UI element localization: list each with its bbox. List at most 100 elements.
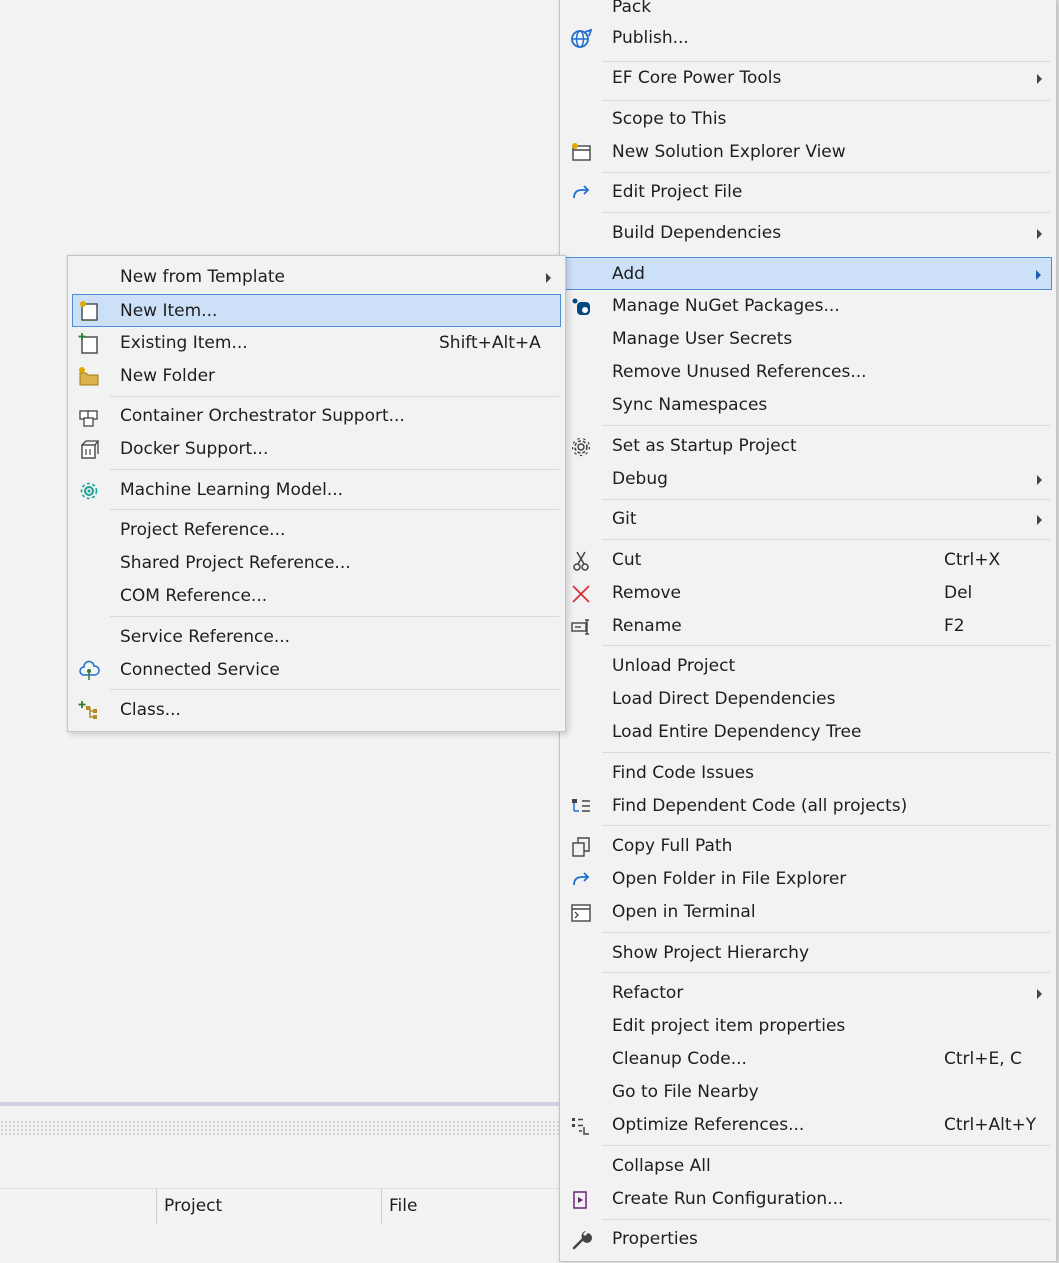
menu-item-open-folder-in-file-explorer[interactable]: Open Folder in File Explorer bbox=[564, 863, 1052, 896]
menu-item-unload-project[interactable]: Unload Project bbox=[564, 650, 1052, 683]
submenu-item-container-orchestrator-support[interactable]: Container Orchestrator Support... bbox=[72, 400, 561, 433]
globe-icon bbox=[570, 28, 592, 50]
menu-separator bbox=[110, 509, 559, 510]
menu-item-new-solution-explorer-view[interactable]: New Solution Explorer View bbox=[564, 136, 1052, 169]
docker-icon bbox=[78, 439, 100, 461]
menu-item-cut[interactable]: Cut Ctrl+X bbox=[564, 544, 1052, 577]
panel-grip[interactable] bbox=[0, 1120, 560, 1136]
shortcut-text: Del bbox=[944, 583, 973, 603]
connected-service-icon bbox=[78, 660, 100, 682]
menu-separator bbox=[602, 425, 1050, 426]
menu-item-edit-project-file[interactable]: Edit Project File bbox=[564, 176, 1052, 209]
submenu-item-existing-item[interactable]: Existing Item... Shift+Alt+A bbox=[72, 327, 561, 360]
shortcut-text: F2 bbox=[944, 616, 965, 636]
menu-separator bbox=[602, 539, 1050, 540]
menu-separator bbox=[602, 172, 1050, 173]
submenu-arrow-icon bbox=[1036, 270, 1041, 280]
ml-model-icon bbox=[78, 480, 100, 502]
class-icon bbox=[78, 700, 100, 722]
submenu-arrow-icon bbox=[1037, 475, 1042, 485]
menu-item-rename[interactable]: Rename F2 bbox=[564, 610, 1052, 643]
menu-item-sync-namespaces[interactable]: Sync Namespaces bbox=[564, 389, 1052, 422]
optimize-icon bbox=[570, 1115, 592, 1137]
menu-separator bbox=[602, 212, 1050, 213]
existing-item-icon bbox=[78, 333, 100, 355]
column-header-file[interactable]: File bbox=[381, 1188, 417, 1224]
menu-item-edit-project-item-properties[interactable]: Edit project item properties bbox=[564, 1010, 1052, 1043]
shortcut-text: Ctrl+Alt+Y bbox=[944, 1115, 1037, 1135]
menu-item-refactor[interactable]: Refactor bbox=[564, 977, 1052, 1010]
menu-item-find-code-issues[interactable]: Find Code Issues bbox=[564, 757, 1052, 790]
menu-item-add[interactable]: Add bbox=[564, 257, 1052, 290]
submenu-item-project-reference[interactable]: Project Reference... bbox=[72, 514, 561, 547]
scissors-icon bbox=[570, 550, 592, 572]
submenu-item-connected-service[interactable]: Connected Service bbox=[72, 654, 561, 687]
menu-item-create-run-configuration[interactable]: Create Run Configuration... bbox=[564, 1183, 1052, 1216]
menu-item-scope-to-this[interactable]: Scope to This bbox=[564, 103, 1052, 136]
submenu-item-new-from-template[interactable]: New from Template bbox=[72, 261, 561, 294]
submenu-arrow-icon bbox=[1037, 229, 1042, 239]
submenu-item-shared-project-reference[interactable]: Shared Project Reference... bbox=[72, 547, 561, 580]
new-item-icon bbox=[78, 300, 100, 322]
menu-item-copy-full-path[interactable]: Copy Full Path bbox=[564, 830, 1052, 863]
submenu-item-new-folder[interactable]: New Folder bbox=[72, 360, 561, 393]
shortcut-text: Shift+Alt+A bbox=[439, 333, 541, 353]
menu-item-load-entire-dependency-tree[interactable]: Load Entire Dependency Tree bbox=[564, 716, 1052, 749]
redo-arrow-icon bbox=[570, 182, 592, 204]
menu-item-optimize-references[interactable]: Optimize References... Ctrl+Alt+Y bbox=[564, 1109, 1052, 1142]
menu-separator bbox=[602, 1145, 1050, 1146]
submenu-item-new-item[interactable]: New Item... bbox=[72, 294, 561, 327]
menu-item-cleanup-code[interactable]: Cleanup Code... Ctrl+E, C bbox=[564, 1043, 1052, 1076]
container-icon bbox=[78, 406, 100, 428]
menu-item-set-startup-project[interactable]: Set as Startup Project bbox=[564, 430, 1052, 463]
menu-separator bbox=[602, 972, 1050, 973]
menu-item-show-project-hierarchy[interactable]: Show Project Hierarchy bbox=[564, 937, 1052, 970]
rename-icon bbox=[570, 616, 592, 638]
menu-item-load-direct-dependencies[interactable]: Load Direct Dependencies bbox=[564, 683, 1052, 716]
menu-item-properties[interactable]: Properties bbox=[564, 1223, 1052, 1256]
submenu-arrow-icon bbox=[546, 273, 551, 283]
submenu-item-machine-learning-model[interactable]: Machine Learning Model... bbox=[72, 474, 561, 507]
gear-icon bbox=[570, 436, 592, 458]
column-header-project[interactable]: Project bbox=[156, 1188, 222, 1224]
submenu-arrow-icon bbox=[1037, 74, 1042, 84]
shortcut-text: Ctrl+E, C bbox=[944, 1049, 1022, 1069]
submenu-item-com-reference[interactable]: COM Reference... bbox=[72, 580, 561, 613]
menu-item-manage-nuget[interactable]: Manage NuGet Packages... bbox=[564, 290, 1052, 323]
menu-item-manage-user-secrets[interactable]: Manage User Secrets bbox=[564, 323, 1052, 356]
menu-item-open-in-terminal[interactable]: Open in Terminal bbox=[564, 896, 1052, 929]
project-context-menu: Pack Publish... EF Core Power Tools Scop… bbox=[559, 0, 1057, 1262]
new-folder-icon bbox=[78, 366, 100, 388]
menu-item-collapse-all[interactable]: Collapse All bbox=[564, 1150, 1052, 1183]
menu-item-debug[interactable]: Debug bbox=[564, 463, 1052, 496]
menu-separator bbox=[110, 469, 559, 470]
menu-separator bbox=[110, 616, 559, 617]
menu-separator bbox=[602, 100, 1050, 101]
menu-item-go-to-file-nearby[interactable]: Go to File Nearby bbox=[564, 1076, 1052, 1109]
shortcut-text: Ctrl+X bbox=[944, 550, 1001, 570]
menu-separator bbox=[602, 825, 1050, 826]
dependency-icon bbox=[570, 796, 592, 818]
new-window-icon bbox=[570, 142, 592, 164]
menu-item-publish[interactable]: Publish... bbox=[564, 22, 1052, 55]
submenu-item-docker-support[interactable]: Docker Support... bbox=[72, 433, 561, 466]
menu-separator bbox=[602, 645, 1050, 646]
menu-item-ef-core-power-tools[interactable]: EF Core Power Tools bbox=[564, 62, 1052, 95]
menu-item-git[interactable]: Git bbox=[564, 503, 1052, 536]
submenu-item-class[interactable]: Class... bbox=[72, 694, 561, 727]
menu-separator bbox=[602, 752, 1050, 753]
menu-item-remove[interactable]: Remove Del bbox=[564, 577, 1052, 610]
menu-separator bbox=[602, 932, 1050, 933]
menu-item-remove-unused-references[interactable]: Remove Unused References... bbox=[564, 356, 1052, 389]
menu-item-build-dependencies[interactable]: Build Dependencies bbox=[564, 217, 1052, 250]
submenu-item-service-reference[interactable]: Service Reference... bbox=[72, 621, 561, 654]
redo-arrow-icon bbox=[570, 869, 592, 891]
error-list-header bbox=[0, 1188, 560, 1225]
panel-splitter[interactable] bbox=[0, 1102, 560, 1106]
remove-x-icon bbox=[570, 583, 592, 605]
submenu-arrow-icon bbox=[1037, 989, 1042, 999]
add-submenu: New from Template New Item... Existing I… bbox=[67, 255, 566, 732]
menu-item-pack[interactable]: Pack bbox=[564, 0, 1052, 24]
menu-item-find-dependent-code[interactable]: Find Dependent Code (all projects) bbox=[564, 790, 1052, 823]
terminal-icon bbox=[570, 902, 592, 924]
